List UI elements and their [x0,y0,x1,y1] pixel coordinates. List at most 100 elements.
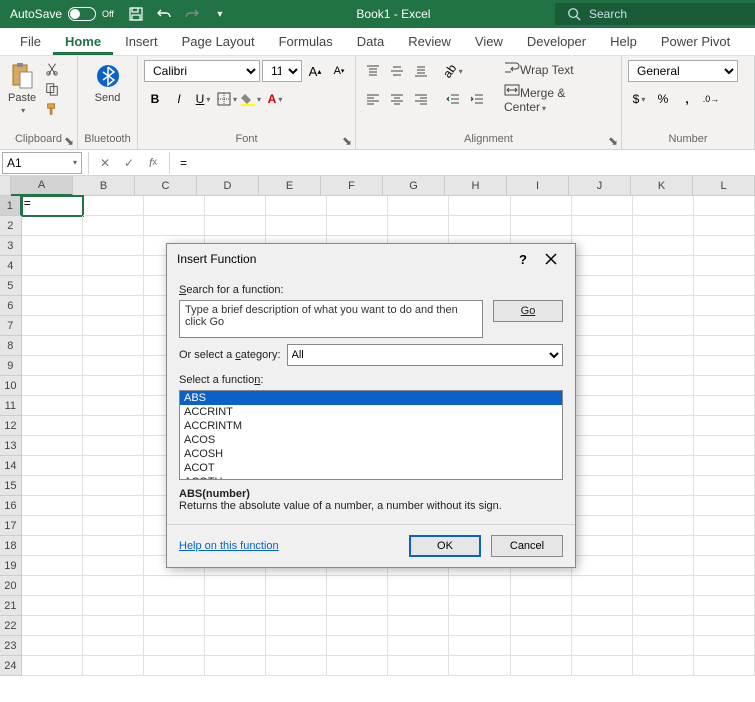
cell[interactable] [388,216,449,236]
align-right-button[interactable] [410,88,432,110]
cell[interactable] [694,496,755,516]
cell[interactable] [633,196,694,216]
cell[interactable] [83,636,144,656]
cell[interactable] [694,356,755,376]
cell[interactable] [327,196,388,216]
cell[interactable] [388,596,449,616]
name-box[interactable]: A1 ▾ [2,152,82,174]
row-header[interactable]: 12 [0,416,22,436]
cell[interactable] [633,376,694,396]
cell[interactable] [449,636,510,656]
cell[interactable] [572,296,633,316]
row-header[interactable]: 23 [0,636,22,656]
cell[interactable] [22,256,83,276]
cell[interactable] [205,656,266,676]
paste-button[interactable]: Paste ▾ [6,60,38,117]
cell[interactable] [144,656,205,676]
cell[interactable] [694,616,755,636]
cell[interactable] [22,636,83,656]
cell[interactable] [694,376,755,396]
cell[interactable]: = [22,196,83,216]
comma-style-button[interactable]: , [676,88,698,110]
cell[interactable] [694,396,755,416]
tab-data[interactable]: Data [345,28,396,55]
cell[interactable] [83,396,144,416]
cell[interactable] [22,496,83,516]
enter-formula-button[interactable]: ✓ [117,152,141,174]
search-function-input[interactable]: Type a brief description of what you wan… [179,300,483,338]
font-size-select[interactable]: 11 [262,60,302,82]
row-header[interactable]: 4 [0,256,22,276]
tab-formulas[interactable]: Formulas [267,28,345,55]
cell[interactable] [327,616,388,636]
cell[interactable] [205,196,266,216]
orientation-button[interactable]: ab▾ [442,60,464,82]
cell[interactable] [22,516,83,536]
cell[interactable] [633,296,694,316]
cut-button[interactable] [42,60,62,78]
borders-button[interactable]: ▾ [216,88,238,110]
cell[interactable] [205,216,266,236]
cancel-formula-button[interactable]: ✕ [93,152,117,174]
cell[interactable] [83,596,144,616]
row-header[interactable]: 7 [0,316,22,336]
tab-file[interactable]: File [8,28,53,55]
cell[interactable] [22,276,83,296]
save-button[interactable] [124,2,148,26]
cell[interactable] [83,276,144,296]
row-header[interactable]: 22 [0,616,22,636]
copy-button[interactable] [42,80,62,98]
cell[interactable] [633,416,694,436]
row-header[interactable]: 15 [0,476,22,496]
row-header[interactable]: 21 [0,596,22,616]
column-header[interactable]: J [569,176,631,196]
cell[interactable] [83,256,144,276]
cell[interactable] [22,616,83,636]
cell[interactable] [144,636,205,656]
cell[interactable] [144,576,205,596]
cell[interactable] [22,336,83,356]
row-header[interactable]: 3 [0,236,22,256]
cell[interactable] [694,516,755,536]
cell[interactable] [388,616,449,636]
cell[interactable] [327,656,388,676]
tab-insert[interactable]: Insert [113,28,170,55]
cell[interactable] [22,396,83,416]
cell[interactable] [633,636,694,656]
cell[interactable] [694,416,755,436]
cell[interactable] [694,656,755,676]
cell[interactable] [633,576,694,596]
cell[interactable] [83,496,144,516]
cell[interactable] [511,636,572,656]
column-header[interactable]: A [11,176,73,196]
format-painter-button[interactable] [42,100,62,118]
cell[interactable] [266,616,327,636]
cell[interactable] [22,356,83,376]
cell[interactable] [83,616,144,636]
cell[interactable] [633,436,694,456]
column-header[interactable]: F [321,176,383,196]
cell[interactable] [572,436,633,456]
cell[interactable] [694,456,755,476]
tab-developer[interactable]: Developer [515,28,598,55]
cell[interactable] [388,196,449,216]
cell[interactable] [449,656,510,676]
cell[interactable] [694,236,755,256]
row-header[interactable]: 8 [0,336,22,356]
clipboard-dialog-launcher[interactable]: ⬊ [63,135,75,147]
cell[interactable] [694,256,755,276]
function-list-item[interactable]: ACCRINTM [180,419,562,433]
cell[interactable] [83,196,144,216]
cell[interactable] [572,536,633,556]
cell[interactable] [633,656,694,676]
search-box[interactable]: Search [555,3,755,25]
row-header[interactable]: 19 [0,556,22,576]
cell[interactable] [22,456,83,476]
row-header[interactable]: 5 [0,276,22,296]
tab-page-layout[interactable]: Page Layout [170,28,267,55]
cell[interactable] [511,596,572,616]
font-dialog-launcher[interactable]: ⬊ [341,135,353,147]
row-header[interactable]: 14 [0,456,22,476]
cell[interactable] [694,596,755,616]
cell[interactable] [694,556,755,576]
